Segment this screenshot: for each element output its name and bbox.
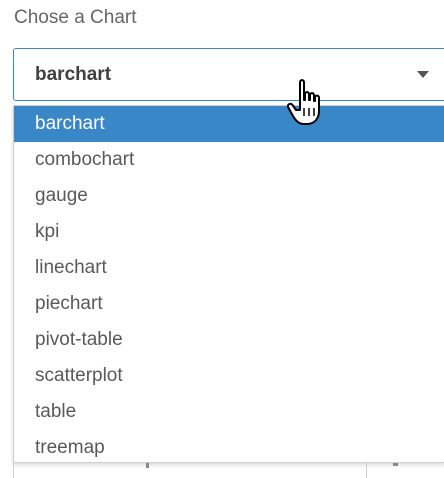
chart-select-value: barchart [35,64,112,85]
chart-options-list: barchart combochart gauge kpi linechart … [13,105,444,463]
option-combochart[interactable]: combochart [14,142,444,178]
underlying-table-fragment [13,463,444,478]
column-divider [366,463,367,478]
hand-pointer-icon [286,79,320,125]
option-linechart[interactable]: linechart [14,250,444,286]
chart-select-label: Chose a Chart [14,7,137,28]
chevron-down-icon[interactable] [417,71,429,78]
option-treemap[interactable]: treemap [14,430,444,466]
chart-type-select[interactable]: barchart [13,48,444,101]
option-gauge[interactable]: gauge [14,178,444,214]
chart-selector-panel: Chose a Chart barchart barchart combocha… [0,0,444,478]
option-piechart[interactable]: piechart [14,286,444,322]
partial-text-fragment [146,463,149,468]
option-kpi[interactable]: kpi [14,214,444,250]
option-barchart[interactable]: barchart [14,106,444,142]
option-pivot-table[interactable]: pivot-table [14,322,444,358]
option-table[interactable]: table [14,394,444,430]
option-scatterplot[interactable]: scatterplot [14,358,444,394]
partial-text-fragment [393,463,398,466]
